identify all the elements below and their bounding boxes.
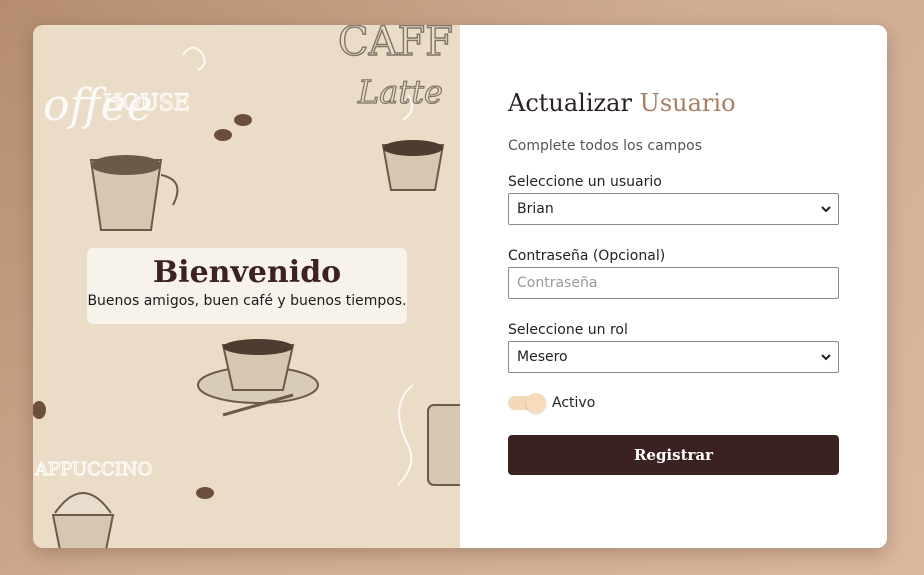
user-select-value: Brian [517, 201, 554, 217]
welcome-box: Bienvenido Buenos amigos, buen café y bu… [87, 248, 407, 324]
espresso-cup-icon [197, 339, 319, 417]
bg-text-caff: CAFF [338, 25, 453, 65]
welcome-tagline: Buenos amigos, buen café y buenos tiempo… [87, 293, 407, 309]
welcome-panel: offee HOUSE CAFF Latte APPUCCINO Bienven… [33, 25, 460, 548]
chevron-down-icon [821, 354, 831, 361]
active-toggle-row: Activo [508, 393, 839, 413]
role-select-label: Seleccione un rol [508, 322, 628, 338]
glass-icon [427, 404, 460, 486]
bg-text-house: HOUSE [103, 91, 190, 116]
role-select-value: Mesero [517, 349, 568, 365]
form-panel: Actualizar Usuario Complete todos los ca… [460, 25, 887, 548]
form-title-main: Actualizar [508, 89, 632, 117]
dessert-cup-icon [51, 492, 115, 548]
form-subtitle: Complete todos los campos [508, 138, 703, 154]
bg-text-latte: Latte [357, 73, 443, 111]
password-input[interactable] [508, 267, 839, 299]
login-card: offee HOUSE CAFF Latte APPUCCINO Bienven… [33, 25, 887, 548]
form-title-accent: Usuario [639, 89, 736, 117]
bg-text-cappuccino: APPUCCINO [34, 459, 152, 480]
user-select-label: Seleccione un usuario [508, 174, 662, 190]
role-select[interactable]: Mesero [508, 341, 839, 373]
register-button[interactable]: Registrar [508, 435, 839, 475]
password-label: Contraseña (Opcional) [508, 248, 666, 264]
toggle-knob [526, 393, 546, 413]
update-user-form: Actualizar Usuario Complete todos los ca… [508, 85, 839, 475]
user-select[interactable]: Brian [508, 193, 839, 225]
cup-icon [381, 140, 445, 191]
cup-icon [89, 155, 179, 231]
active-toggle-label: Activo [552, 395, 596, 411]
form-title: Actualizar Usuario [508, 85, 839, 121]
active-toggle[interactable] [508, 393, 546, 413]
welcome-title: Bienvenido [152, 255, 342, 290]
chevron-down-icon [821, 206, 831, 213]
